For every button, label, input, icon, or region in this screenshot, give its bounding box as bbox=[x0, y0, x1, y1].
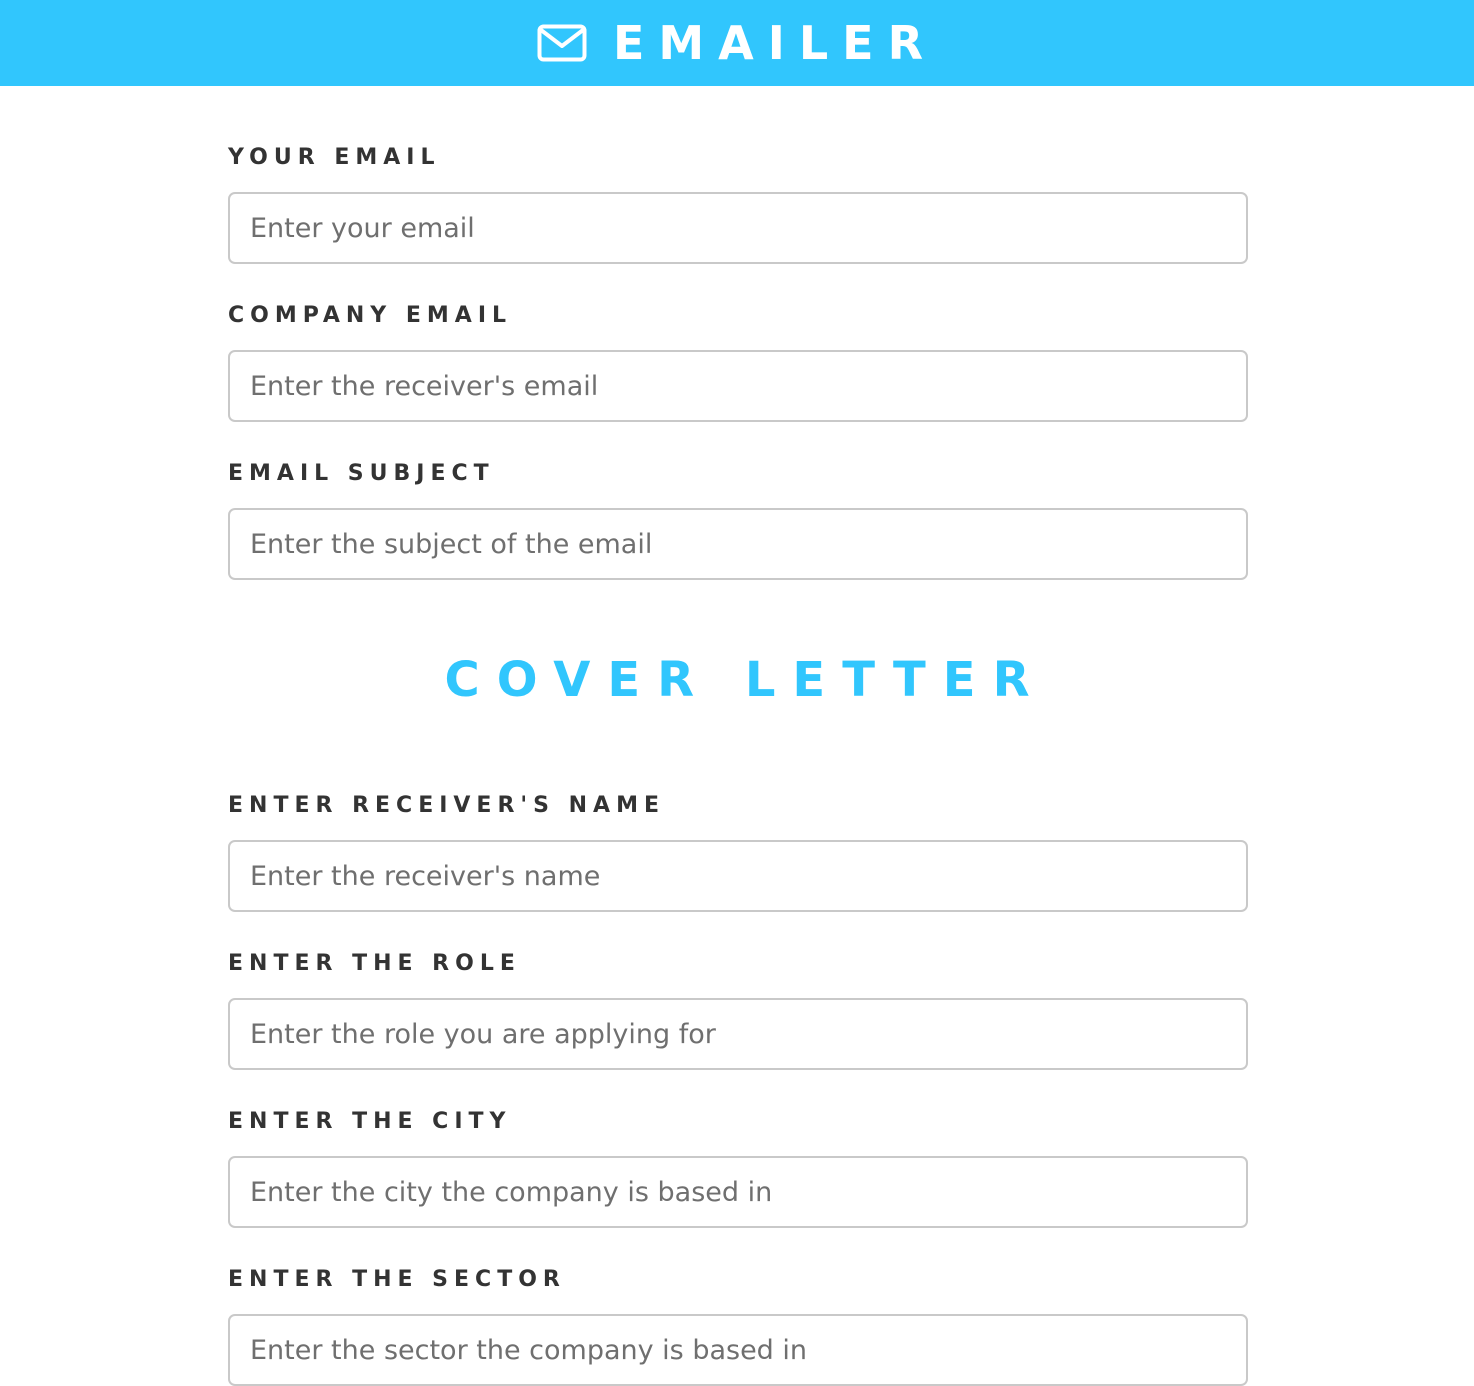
role-input[interactable] bbox=[228, 998, 1248, 1070]
envelope-icon bbox=[537, 24, 587, 62]
company-email-input[interactable] bbox=[228, 350, 1248, 422]
your-email-label: YOUR EMAIL bbox=[228, 145, 441, 170]
app-title: EMAILER bbox=[612, 16, 938, 70]
sector-label: ENTER THE SECTOR bbox=[228, 1267, 566, 1292]
city-input[interactable] bbox=[228, 1156, 1248, 1228]
email-subject-input[interactable] bbox=[228, 508, 1248, 580]
role-label: ENTER THE ROLE bbox=[228, 951, 521, 976]
receiver-name-input[interactable] bbox=[228, 840, 1248, 912]
app-header: EMAILER bbox=[0, 0, 1474, 86]
sector-input[interactable] bbox=[228, 1314, 1248, 1386]
email-subject-label: EMAIL SUBJECT bbox=[228, 461, 495, 486]
your-email-input[interactable] bbox=[228, 192, 1248, 264]
city-label: ENTER THE CITY bbox=[228, 1109, 512, 1134]
cover-letter-heading: COVER LETTER bbox=[444, 652, 1047, 708]
company-email-label: COMPANY EMAIL bbox=[228, 303, 513, 328]
receiver-name-label: ENTER RECEIVER'S NAME bbox=[228, 793, 665, 818]
